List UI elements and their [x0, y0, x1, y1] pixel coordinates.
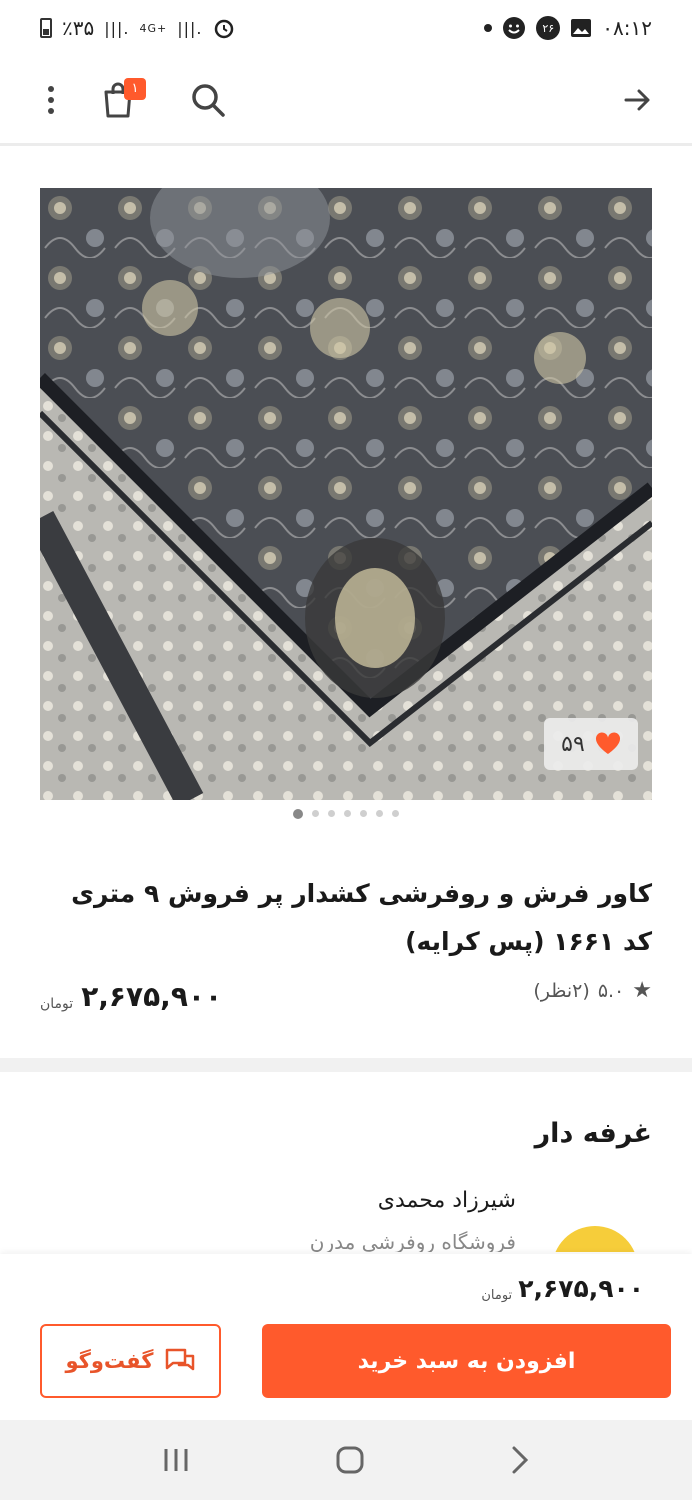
gallery-dot[interactable] — [392, 810, 399, 817]
recents-icon[interactable] — [162, 1447, 190, 1473]
gallery-dot[interactable] — [328, 810, 335, 817]
status-right: ۲۶ ۰۸:۱۲ — [484, 16, 652, 40]
alarm-icon — [214, 19, 233, 39]
section-divider — [0, 1058, 692, 1072]
seller-name[interactable]: شیرزاد محمدی — [378, 1188, 516, 1213]
notification-dot — [484, 24, 493, 32]
like-button[interactable]: ۵۹ — [544, 718, 638, 770]
carpet-photo — [40, 188, 652, 800]
rating-score: ۵.۰ — [597, 979, 625, 1002]
bottom-currency-unit: تومان — [481, 1288, 513, 1303]
product-image[interactable]: ۵۹ — [40, 188, 652, 800]
back-arrow-icon[interactable] — [624, 88, 652, 112]
product-title: کاور فرش و روفرشی کشدار پر فروش ۹ متری ک… — [71, 879, 652, 956]
price-amount: ۲,۶۷۵,۹۰۰ — [81, 980, 223, 1013]
clock: ۰۸:۱۲ — [602, 16, 652, 40]
emoji-icon — [503, 17, 526, 39]
notification-count-badge: ۲۶ — [536, 16, 561, 40]
gallery-dot[interactable] — [376, 810, 383, 817]
gallery-dot[interactable] — [312, 810, 319, 817]
status-left: ٪۳۵ |||. 4G+ |||. — [40, 16, 235, 40]
bottom-price: تومان ۲,۶۷۵,۹۰۰ — [481, 1274, 644, 1303]
back-icon[interactable] — [510, 1445, 530, 1475]
cart-button[interactable]: ۱ — [102, 77, 146, 120]
cart-count-badge: ۱ — [124, 77, 146, 100]
search-icon[interactable] — [190, 82, 226, 118]
product-price: تومان ۲,۶۷۵,۹۰۰ — [40, 980, 222, 1013]
seller-shop-name[interactable]: فروشگاه روفرشی مدرن — [310, 1230, 516, 1252]
battery-icon — [40, 18, 52, 38]
home-icon[interactable] — [335, 1445, 365, 1475]
star-icon: ★ — [632, 978, 652, 1003]
signal-icon-2: |||. — [177, 18, 203, 38]
seller-section-title: غرفه دار — [534, 1118, 652, 1149]
gallery-pager — [0, 809, 692, 822]
header-actions: ۱ — [48, 77, 226, 120]
currency-unit: تومان — [40, 996, 74, 1012]
add-to-cart-button[interactable]: افزودن به سبد خرید — [262, 1324, 671, 1398]
seller-avatar[interactable] — [552, 1226, 638, 1252]
product-rating[interactable]: ★ ۵.۰ (۲نظر) — [533, 978, 652, 1003]
bottom-action-bar: تومان ۲,۶۷۵,۹۰۰ افزودن به سبد خرید گفت‌و… — [0, 1254, 692, 1420]
rating-count: (۲نظر) — [533, 979, 590, 1002]
heart-icon — [595, 732, 620, 754]
status-bar: ٪۳۵ |||. 4G+ |||. ۲۶ ۰۸:۱۲ — [0, 0, 692, 56]
gallery-dot[interactable] — [344, 810, 351, 817]
like-count: ۵۹ — [561, 731, 585, 757]
chat-icon — [165, 1348, 194, 1371]
battery-percent: ٪۳۵ — [62, 16, 95, 40]
more-icon[interactable] — [48, 85, 54, 114]
chat-label: گفت‌وگو — [65, 1349, 154, 1373]
signal-icon: |||. — [104, 18, 130, 38]
bottom-price-amount: ۲,۶۷۵,۹۰۰ — [518, 1274, 644, 1303]
gallery-dot[interactable] — [293, 809, 303, 819]
system-nav-bar — [0, 1420, 692, 1500]
image-icon — [571, 19, 592, 37]
network-type: 4G+ — [139, 21, 168, 35]
gallery-dot[interactable] — [360, 810, 367, 817]
chat-button[interactable]: گفت‌وگو — [40, 1324, 221, 1398]
app-header: ۱ — [0, 56, 692, 146]
